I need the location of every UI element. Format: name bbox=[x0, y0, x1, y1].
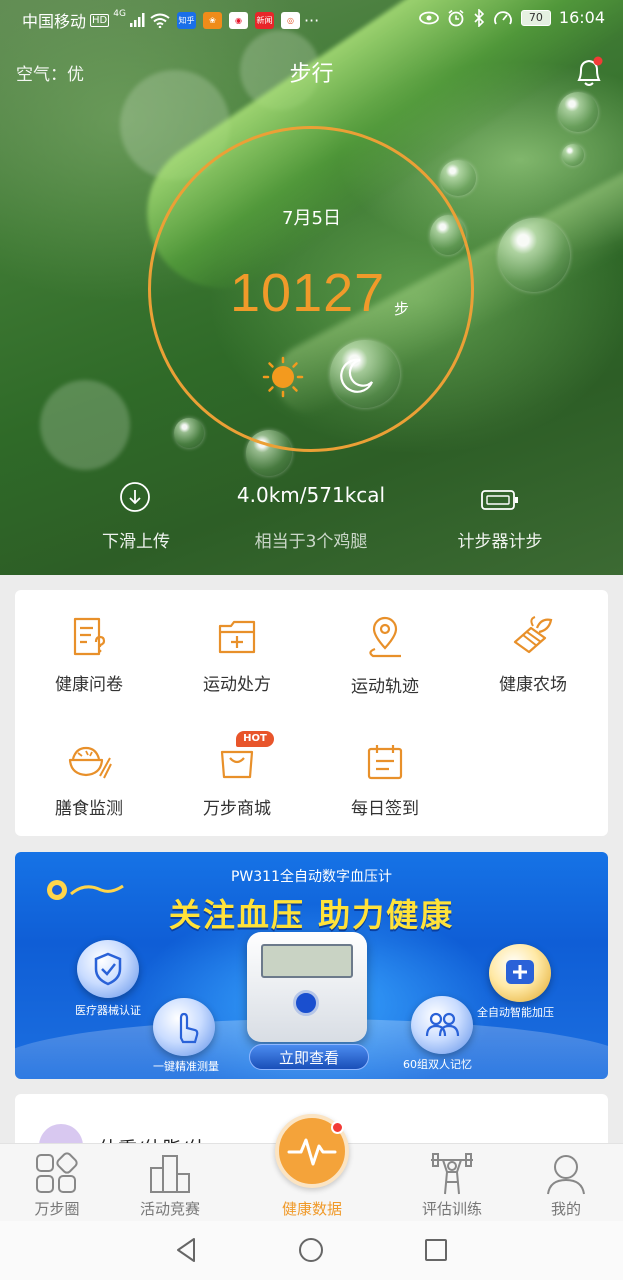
tab-label: 万步圈 bbox=[34, 1200, 80, 1218]
tile-label: 每日签到 bbox=[351, 799, 419, 819]
page-title: 步行 bbox=[289, 62, 334, 87]
network-type: 4G bbox=[113, 9, 126, 19]
step-count: 10127 bbox=[230, 263, 386, 323]
pedometer-label[interactable]: 计步器计步 bbox=[448, 527, 552, 552]
eye-icon bbox=[418, 11, 439, 24]
tile-mall[interactable]: 万步商城 bbox=[163, 742, 311, 819]
calendar-icon bbox=[367, 745, 403, 780]
tile-checkin[interactable]: 每日签到 bbox=[311, 742, 459, 819]
tile-diet[interactable]: 膳食监测 bbox=[15, 742, 163, 819]
water-drop bbox=[174, 418, 204, 448]
shopping-bag-icon bbox=[220, 750, 254, 779]
tab-assessment[interactable]: 评估训练 bbox=[397, 1144, 507, 1222]
tile-prescription[interactable]: 运动处方 bbox=[163, 616, 311, 695]
tab-profile[interactable]: 我的 bbox=[511, 1144, 621, 1222]
back-icon[interactable] bbox=[174, 1237, 198, 1263]
feature-caption: 60组双人记忆 bbox=[403, 1058, 472, 1071]
tab-label: 我的 bbox=[550, 1200, 581, 1218]
bokeh bbox=[40, 380, 130, 470]
water-drop bbox=[440, 160, 476, 196]
profile-icon bbox=[547, 1155, 585, 1195]
certification-icon bbox=[77, 940, 139, 998]
signal-icon bbox=[129, 13, 145, 27]
auto-inflate-icon bbox=[489, 944, 551, 1002]
promo-banner[interactable]: PW311全自动数字血压计 关注血压 助力健康 医疗器械认证 一键精准测量 全自… bbox=[15, 852, 608, 1079]
one-touch-icon bbox=[153, 998, 215, 1056]
distance-calories: 4.0km/571kcal bbox=[236, 483, 386, 507]
tile-label: 健康农场 bbox=[499, 675, 567, 695]
feature-caption: 医疗器械认证 bbox=[75, 1004, 141, 1017]
tile-track[interactable]: 运动轨迹 bbox=[311, 616, 459, 697]
pedometer-icon[interactable] bbox=[481, 489, 519, 511]
tile-questionnaire[interactable]: 健康问卷 bbox=[15, 616, 163, 695]
step-date: 7月5日 bbox=[282, 208, 341, 229]
water-drop bbox=[562, 144, 584, 166]
banner-headline: 关注血压 助力健康 bbox=[168, 896, 455, 934]
app-icon: ◎ bbox=[280, 11, 300, 29]
monitor-screen bbox=[261, 944, 353, 978]
tile-label: 膳食监测 bbox=[55, 799, 123, 819]
sina-icon: ◉ bbox=[228, 11, 248, 29]
bell-icon[interactable] bbox=[574, 56, 604, 88]
tile-label: 健康问卷 bbox=[55, 675, 123, 695]
alarm-icon bbox=[448, 9, 464, 26]
download-circle-icon[interactable] bbox=[119, 481, 151, 513]
app-icon: ❀ bbox=[202, 11, 222, 29]
speed-icon bbox=[494, 10, 512, 24]
tile-label: 运动处方 bbox=[203, 675, 271, 695]
view-now-button[interactable]: 立即查看 bbox=[249, 1044, 369, 1070]
equivalent-label: 相当于3个鸡腿 bbox=[254, 532, 368, 552]
sun-icon[interactable] bbox=[262, 356, 304, 398]
home-icon[interactable] bbox=[298, 1237, 324, 1263]
tab-label: 评估训练 bbox=[421, 1200, 482, 1218]
more-notifications: ··· bbox=[303, 10, 320, 30]
hot-badge: HOT bbox=[236, 731, 274, 747]
moon-icon[interactable] bbox=[336, 356, 376, 396]
notification-dot bbox=[331, 1121, 344, 1134]
battery-indicator: 70 bbox=[520, 9, 551, 26]
community-icon bbox=[36, 1152, 78, 1193]
water-drop bbox=[558, 92, 598, 132]
tile-label: 运动轨迹 bbox=[351, 677, 419, 697]
prescription-icon bbox=[218, 620, 256, 654]
feature-caption: 全自动智能加压 bbox=[477, 1006, 554, 1019]
feature-caption: 一键精准测量 bbox=[153, 1060, 219, 1073]
hd-badge: HD bbox=[90, 13, 110, 27]
dual-memory-icon bbox=[411, 996, 473, 1054]
zhihu-icon: 知乎 bbox=[176, 11, 196, 29]
tab-community[interactable]: 万步圈 bbox=[2, 1144, 112, 1222]
recent-apps-icon[interactable] bbox=[424, 1238, 448, 1262]
clock: 16:04 bbox=[558, 8, 605, 27]
tab-health-data-label[interactable]: 健康数据 bbox=[263, 1198, 361, 1219]
tab-label: 活动竞赛 bbox=[139, 1200, 200, 1218]
bowl-icon bbox=[68, 746, 112, 779]
wifi-icon bbox=[150, 13, 170, 28]
blood-pressure-monitor bbox=[247, 932, 367, 1042]
banner-subtitle: PW311全自动数字血压计 bbox=[230, 869, 392, 885]
tab-competition[interactable]: 活动竞赛 bbox=[115, 1144, 225, 1222]
tile-farm[interactable]: 健康农场 bbox=[459, 616, 607, 695]
location-pin-icon bbox=[369, 616, 401, 658]
status-bar: 中国移动 HD 4G 知乎 ❀ ◉ 新闻 ◎ ··· 70 16:04 bbox=[0, 0, 623, 38]
farm-icon bbox=[513, 616, 553, 654]
carrier-label: 中国移动 bbox=[22, 12, 87, 31]
competition-icon bbox=[150, 1155, 190, 1193]
step-unit: 步 bbox=[394, 300, 410, 318]
weightlifting-icon bbox=[431, 1153, 473, 1195]
monitor-button bbox=[293, 990, 319, 1016]
upload-label[interactable]: 下滑上传 bbox=[96, 527, 176, 552]
system-navigation-bar bbox=[0, 1221, 623, 1280]
news-icon: 新闻 bbox=[254, 11, 274, 29]
questionnaire-icon bbox=[73, 617, 106, 656]
bluetooth-icon bbox=[474, 8, 485, 27]
tile-label: 万步商城 bbox=[203, 799, 271, 819]
